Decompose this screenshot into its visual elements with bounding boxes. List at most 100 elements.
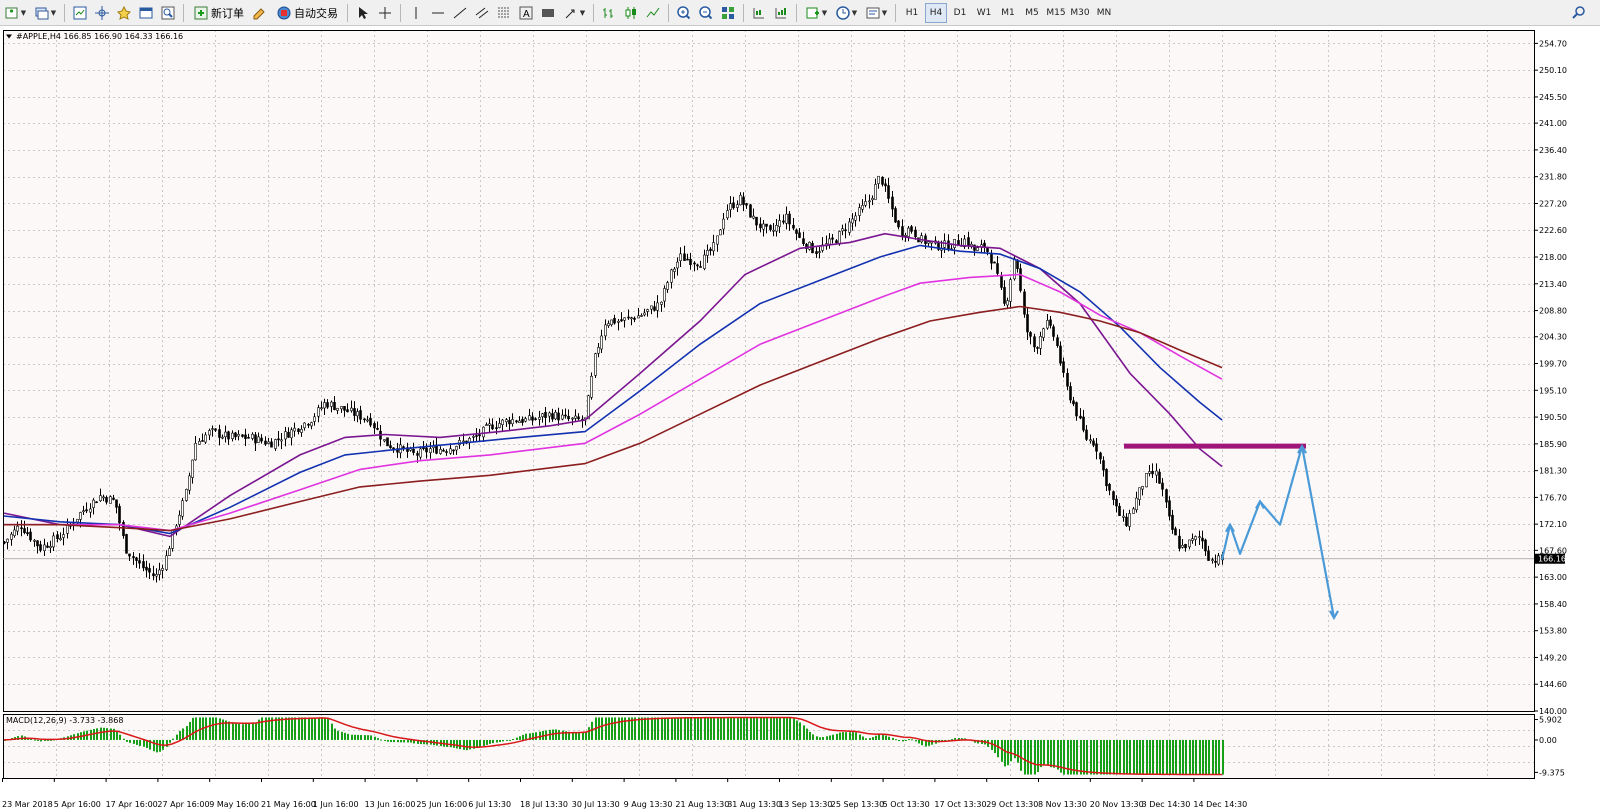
auto-trading-button-label: 自动交易	[294, 6, 338, 20]
timeframe-m1-button[interactable]: M1	[997, 3, 1019, 23]
price-axis-label: 254.70	[1539, 39, 1567, 48]
periods-button[interactable]: ▼	[832, 3, 860, 23]
timeframe-mn-button[interactable]: MN	[1093, 3, 1115, 23]
candle-body	[1095, 443, 1098, 452]
candle-body	[689, 258, 692, 265]
tile-windows-button[interactable]	[718, 3, 738, 23]
market-watch-button[interactable]	[70, 3, 90, 23]
trendline-button[interactable]	[450, 3, 470, 23]
horizontal-line-icon	[430, 5, 446, 21]
candle-body	[864, 201, 867, 206]
horizontal-line-button[interactable]	[428, 3, 448, 23]
toolbar-separator	[796, 3, 797, 22]
arrows-button[interactable]: ▼	[560, 3, 588, 23]
chart-window[interactable]: 254.70 250.10 245.50 241.00 236.40 231.80 227.…	[0, 26, 1600, 812]
macd-bar	[384, 739, 386, 741]
cursor-button[interactable]	[353, 3, 373, 23]
candle-body	[571, 417, 574, 420]
candle-body	[1052, 326, 1055, 337]
new-order-button[interactable]: 新订单	[189, 3, 248, 23]
timeframe-d1-button[interactable]: D1	[949, 3, 971, 23]
candle-body	[699, 266, 702, 268]
macd-bar	[380, 739, 382, 741]
macd-bar	[862, 736, 864, 740]
timeframe-m30-button[interactable]: M30	[1069, 3, 1091, 23]
strategy-tester-icon	[160, 5, 176, 21]
candle-body	[43, 544, 46, 551]
timeframe-m15-button[interactable]: M15	[1045, 3, 1067, 23]
price-pane[interactable]	[3, 30, 1534, 711]
auto-scroll-button[interactable]	[771, 3, 791, 23]
candle-body	[1191, 538, 1194, 541]
new-chart-button[interactable]: ▼	[1, 3, 29, 23]
candle-body	[577, 416, 580, 420]
navigator-button[interactable]	[114, 3, 134, 23]
price-axis-label: 236.40	[1539, 146, 1567, 155]
candlestick-button[interactable]	[621, 3, 641, 23]
candle-body	[29, 531, 32, 541]
indicators-button[interactable]: ▼	[802, 3, 830, 23]
terminal-button[interactable]	[136, 3, 156, 23]
macd-bar	[506, 739, 508, 741]
candle-body	[128, 553, 131, 557]
timeframe-w1-button[interactable]: W1	[973, 3, 995, 23]
macd-bar	[1093, 739, 1095, 775]
text-button[interactable]: A	[516, 3, 536, 23]
candle-body	[1198, 536, 1201, 538]
candle-body	[333, 401, 336, 411]
strategy-tester-button[interactable]	[158, 3, 178, 23]
templates-button[interactable]: ▼	[862, 3, 890, 23]
candle-body	[646, 309, 649, 312]
vertical-line-button[interactable]	[406, 3, 426, 23]
text-label-button[interactable]	[538, 3, 558, 23]
candle-body	[369, 417, 372, 426]
price-axis-label: 245.50	[1539, 93, 1567, 102]
macd-bar	[1169, 739, 1171, 775]
candle-body	[1165, 489, 1168, 503]
candle-body	[488, 423, 491, 426]
macd-bar	[770, 717, 772, 740]
auto-trading-button[interactable]: 自动交易	[272, 3, 342, 23]
data-window-button[interactable]	[92, 3, 112, 23]
macd-bar	[285, 717, 287, 740]
price-axis-label: 241.00	[1539, 119, 1567, 128]
macd-bar	[403, 739, 405, 743]
cursor-icon	[355, 5, 371, 21]
candle-body	[1013, 258, 1016, 280]
candle-body	[105, 497, 108, 503]
fibonacci-button[interactable]	[494, 3, 514, 23]
line-chart-button[interactable]	[643, 3, 663, 23]
macd-bar	[1103, 739, 1105, 775]
macd-bar	[720, 717, 722, 740]
macd-bar	[37, 739, 39, 741]
macd-bar	[674, 717, 676, 740]
candle-body	[670, 269, 673, 283]
timeframe-h4-button[interactable]: H4	[925, 2, 947, 23]
current-price-label: 166.16	[1538, 555, 1566, 564]
candle-body	[336, 407, 339, 411]
terminal-icon	[138, 5, 154, 21]
candle-body	[534, 418, 537, 420]
zoom-in-button[interactable]	[674, 3, 694, 23]
candle-body	[518, 420, 521, 424]
bar-chart-button[interactable]	[599, 3, 619, 23]
timeframe-m5-button[interactable]: M5	[1021, 3, 1043, 23]
candle-body	[52, 535, 55, 548]
profiles-button[interactable]: ▼	[31, 3, 59, 23]
timeframe-h1-button[interactable]: H1	[901, 3, 923, 23]
equidistant-channel-button[interactable]	[472, 3, 492, 23]
macd-bar	[687, 717, 689, 740]
macd-bar	[578, 732, 580, 740]
crosshair-button[interactable]	[375, 3, 395, 23]
zoom-out-button[interactable]	[696, 3, 716, 23]
candle-body	[650, 305, 653, 310]
macd-bar	[103, 727, 105, 740]
candle-body	[637, 315, 640, 319]
macd-bar	[614, 717, 616, 740]
chart-shift-button[interactable]	[749, 3, 769, 23]
macd-bar	[796, 720, 798, 740]
candle-body	[23, 528, 26, 533]
metaeditor-button[interactable]	[250, 3, 270, 23]
price-axis-label: 176.70	[1539, 493, 1567, 502]
search-button[interactable]	[1569, 3, 1589, 23]
